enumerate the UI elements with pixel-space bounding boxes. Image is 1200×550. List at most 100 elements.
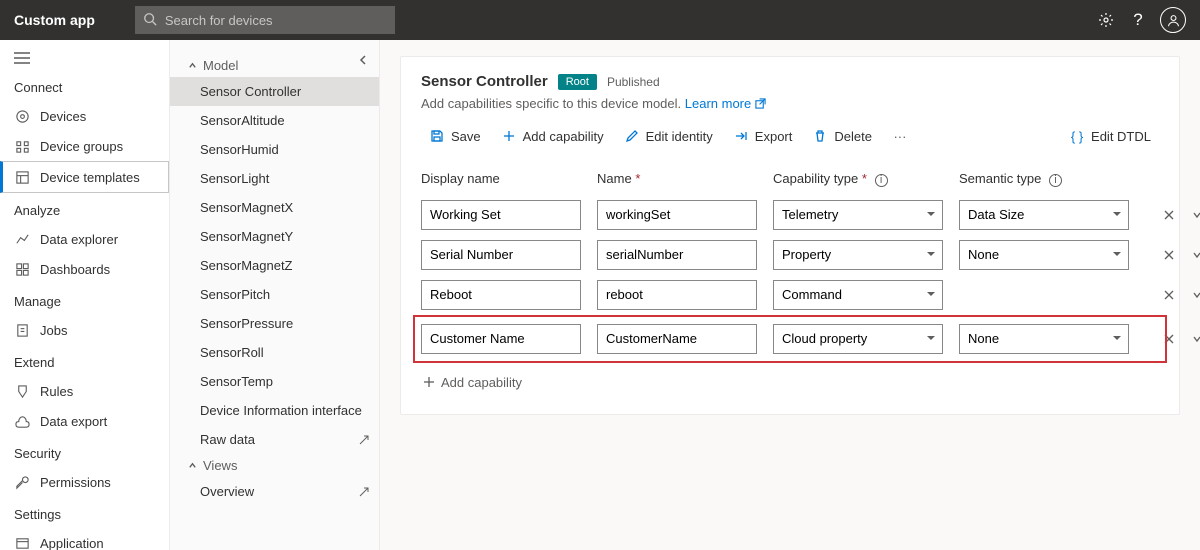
tree-item[interactable]: SensorPitch — [170, 280, 379, 309]
expand-row-button[interactable] — [1189, 247, 1200, 263]
name-input[interactable] — [597, 240, 757, 270]
top-bar: Custom app ? — [0, 0, 1200, 40]
remove-row-button[interactable] — [1161, 207, 1177, 223]
col-sem-type: Semantic type i — [959, 171, 1129, 187]
nav-item-application[interactable]: Application — [0, 528, 169, 550]
permissions-icon — [14, 474, 30, 490]
display-name-input[interactable] — [421, 240, 581, 270]
search-icon — [143, 12, 157, 26]
explorer-icon — [14, 231, 30, 247]
page-title: Sensor Controller — [421, 73, 548, 90]
root-badge: Root — [558, 74, 597, 90]
tree-item[interactable]: Device Information interface — [170, 396, 379, 425]
capability-row — [421, 195, 1159, 235]
capability-type-select[interactable] — [773, 200, 943, 230]
tree-item[interactable]: SensorPressure — [170, 309, 379, 338]
collapse-panel-icon[interactable] — [357, 54, 369, 66]
tree-item[interactable]: SensorTemp — [170, 367, 379, 396]
left-nav: ConnectDevicesDevice groupsDevice templa… — [0, 40, 170, 550]
display-name-input[interactable] — [421, 324, 581, 354]
app-name: Custom app — [14, 12, 95, 28]
tree-item[interactable]: Overview — [170, 477, 379, 506]
semantic-type-select[interactable] — [959, 200, 1129, 230]
tree-item[interactable]: SensorHumid — [170, 135, 379, 164]
devices-icon — [14, 108, 30, 124]
col-display-name: Display name — [421, 171, 581, 187]
semantic-type-select[interactable] — [959, 324, 1129, 354]
tree-item[interactable]: SensorLight — [170, 164, 379, 193]
col-name: Name * — [597, 171, 757, 187]
nav-item-devices[interactable]: Devices — [0, 101, 169, 131]
dashboards-icon — [14, 261, 30, 277]
tree-model-header[interactable]: Model — [170, 54, 379, 77]
name-input[interactable] — [597, 200, 757, 230]
hamburger-icon[interactable] — [0, 46, 169, 70]
rules-icon — [14, 383, 30, 399]
remove-row-button[interactable] — [1161, 247, 1177, 263]
add-capability-button[interactable]: Add capability — [493, 123, 612, 149]
nav-item-rules[interactable]: Rules — [0, 376, 169, 406]
nav-section-header: Manage — [0, 284, 169, 315]
expand-icon — [359, 487, 369, 497]
nav-item-permissions[interactable]: Permissions — [0, 467, 169, 497]
info-icon[interactable]: i — [1049, 174, 1062, 187]
search-wrap — [135, 6, 395, 34]
plus-icon — [501, 128, 517, 144]
settings-icon[interactable] — [1090, 4, 1122, 36]
capability-row — [421, 275, 1159, 315]
nav-item-data-explorer[interactable]: Data explorer — [0, 224, 169, 254]
tree-item[interactable]: SensorAltitude — [170, 106, 379, 135]
templates-icon — [14, 169, 30, 185]
tree-item[interactable]: Sensor Controller — [170, 77, 379, 106]
semantic-type-select[interactable] — [959, 240, 1129, 270]
profile-icon[interactable] — [1160, 7, 1186, 33]
more-button[interactable]: ··· — [884, 123, 916, 149]
delete-icon — [812, 128, 828, 144]
tree-item[interactable]: SensorRoll — [170, 338, 379, 367]
delete-button[interactable]: Delete — [804, 123, 880, 149]
info-icon[interactable]: i — [875, 174, 888, 187]
edit-dtdl-button[interactable]: { }Edit DTDL — [1061, 123, 1159, 149]
add-capability-inline[interactable]: Add capability — [421, 363, 1159, 390]
expand-row-button[interactable] — [1189, 207, 1200, 223]
nav-item-data-export[interactable]: Data export — [0, 406, 169, 436]
name-input[interactable] — [597, 280, 757, 310]
capabilities-table: Display name Name * Capability type * i … — [421, 165, 1159, 390]
tree-item[interactable]: SensorMagnetY — [170, 222, 379, 251]
capability-type-select[interactable] — [773, 280, 943, 310]
groups-icon — [14, 138, 30, 154]
expand-icon — [359, 435, 369, 445]
model-tree-panel: Model Sensor ControllerSensorAltitudeSen… — [170, 40, 380, 550]
nav-item-dashboards[interactable]: Dashboards — [0, 254, 169, 284]
nav-section-header: Analyze — [0, 193, 169, 224]
save-button[interactable]: Save — [421, 123, 489, 149]
tree-item[interactable]: SensorMagnetZ — [170, 251, 379, 280]
nav-item-device-groups[interactable]: Device groups — [0, 131, 169, 161]
tree-views-header[interactable]: Views — [170, 454, 379, 477]
nav-item-jobs[interactable]: Jobs — [0, 315, 169, 345]
nav-section-header: Security — [0, 436, 169, 467]
expand-row-button[interactable] — [1189, 331, 1200, 347]
col-cap-type: Capability type * i — [773, 171, 943, 187]
export-icon — [14, 413, 30, 429]
capability-type-select[interactable] — [773, 324, 943, 354]
publish-status: Published — [607, 75, 660, 89]
help-icon[interactable]: ? — [1122, 4, 1154, 36]
expand-row-button[interactable] — [1189, 287, 1200, 303]
search-input[interactable] — [135, 6, 395, 34]
main-content: Sensor Controller Root Published Add cap… — [380, 40, 1200, 550]
display-name-input[interactable] — [421, 200, 581, 230]
tree-raw-data[interactable]: Raw data — [170, 425, 379, 454]
display-name-input[interactable] — [421, 280, 581, 310]
remove-row-button[interactable] — [1161, 331, 1177, 347]
remove-row-button[interactable] — [1161, 287, 1177, 303]
learn-more-link[interactable]: Learn more — [685, 96, 766, 111]
edit-identity-button[interactable]: Edit identity — [616, 123, 721, 149]
tree-item[interactable]: SensorMagnetX — [170, 193, 379, 222]
name-input[interactable] — [597, 324, 757, 354]
capability-type-select[interactable] — [773, 240, 943, 270]
subtitle: Add capabilities specific to this device… — [421, 96, 1159, 111]
export-button[interactable]: Export — [725, 123, 801, 149]
nav-item-device-templates[interactable]: Device templates — [0, 161, 169, 193]
nav-section-header: Extend — [0, 345, 169, 376]
